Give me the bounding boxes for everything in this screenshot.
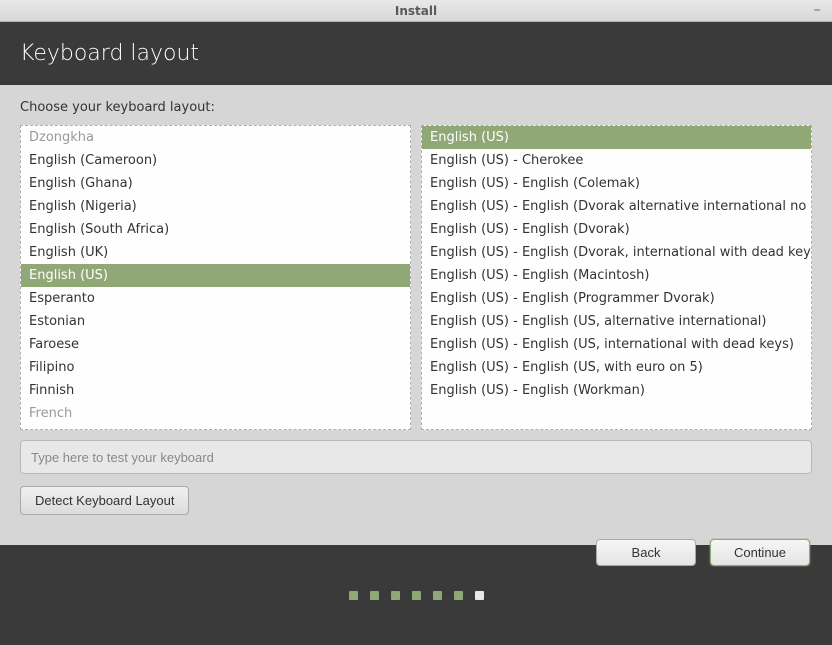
layouts-list[interactable]: DzongkhaEnglish (Cameroon)English (Ghana… <box>20 125 411 430</box>
back-button[interactable]: Back <box>596 539 696 566</box>
detect-keyboard-button[interactable]: Detect Keyboard Layout <box>20 486 189 515</box>
progress-dot <box>349 591 358 600</box>
layout-item[interactable]: Finnish <box>21 379 410 402</box>
prompt-label: Choose your keyboard layout: <box>20 100 812 115</box>
variant-item[interactable]: English (US) - English (Dvorak, internat… <box>422 241 811 264</box>
layout-item[interactable]: English (South Africa) <box>21 218 410 241</box>
window-title: Install <box>395 4 437 18</box>
variant-item[interactable]: English (US) - Cherokee <box>422 149 811 172</box>
progress-dot <box>412 591 421 600</box>
progress-dot <box>475 591 484 600</box>
layout-item[interactable]: Dzongkha <box>21 126 410 149</box>
layout-item[interactable]: French <box>21 402 410 425</box>
page-title: Keyboard layout <box>20 41 199 66</box>
variant-item[interactable]: English (US) - English (US, with euro on… <box>422 356 811 379</box>
variant-item[interactable]: English (US) <box>422 126 811 149</box>
progress-dot <box>433 591 442 600</box>
header: Keyboard layout <box>0 22 832 85</box>
continue-button[interactable]: Continue <box>710 539 810 566</box>
variant-item[interactable]: English (US) - English (Colemak) <box>422 172 811 195</box>
lists-container: DzongkhaEnglish (Cameroon)English (Ghana… <box>20 125 812 430</box>
variant-item[interactable]: English (US) - English (Programmer Dvora… <box>422 287 811 310</box>
variant-item[interactable]: English (US) - English (Dvorak alternati… <box>422 195 811 218</box>
variant-item[interactable]: English (US) - English (Workman) <box>422 379 811 402</box>
variant-item[interactable]: English (US) - English (US, alternative … <box>422 310 811 333</box>
minimize-icon[interactable]: – <box>810 3 824 17</box>
variant-item[interactable]: English (US) - English (US, internationa… <box>422 333 811 356</box>
layout-item[interactable]: Esperanto <box>21 287 410 310</box>
layout-item[interactable]: English (Cameroon) <box>21 149 410 172</box>
keyboard-test-input[interactable] <box>20 440 812 474</box>
progress-footer <box>0 545 832 645</box>
layout-item[interactable]: Estonian <box>21 310 410 333</box>
layout-item[interactable]: Filipino <box>21 356 410 379</box>
layout-item[interactable]: English (Nigeria) <box>21 195 410 218</box>
layout-item[interactable]: English (UK) <box>21 241 410 264</box>
progress-dot <box>454 591 463 600</box>
progress-dot <box>370 591 379 600</box>
variant-item[interactable]: English (US) - English (Macintosh) <box>422 264 811 287</box>
layout-item[interactable]: English (US) <box>21 264 410 287</box>
content: Choose your keyboard layout: DzongkhaEng… <box>0 85 832 545</box>
layout-item[interactable]: English (Ghana) <box>21 172 410 195</box>
variants-list[interactable]: English (US)English (US) - CherokeeEngli… <box>421 125 812 430</box>
progress-dot <box>391 591 400 600</box>
layout-item[interactable]: Faroese <box>21 333 410 356</box>
variant-item[interactable]: English (US) - English (Dvorak) <box>422 218 811 241</box>
titlebar: Install – <box>0 0 832 22</box>
